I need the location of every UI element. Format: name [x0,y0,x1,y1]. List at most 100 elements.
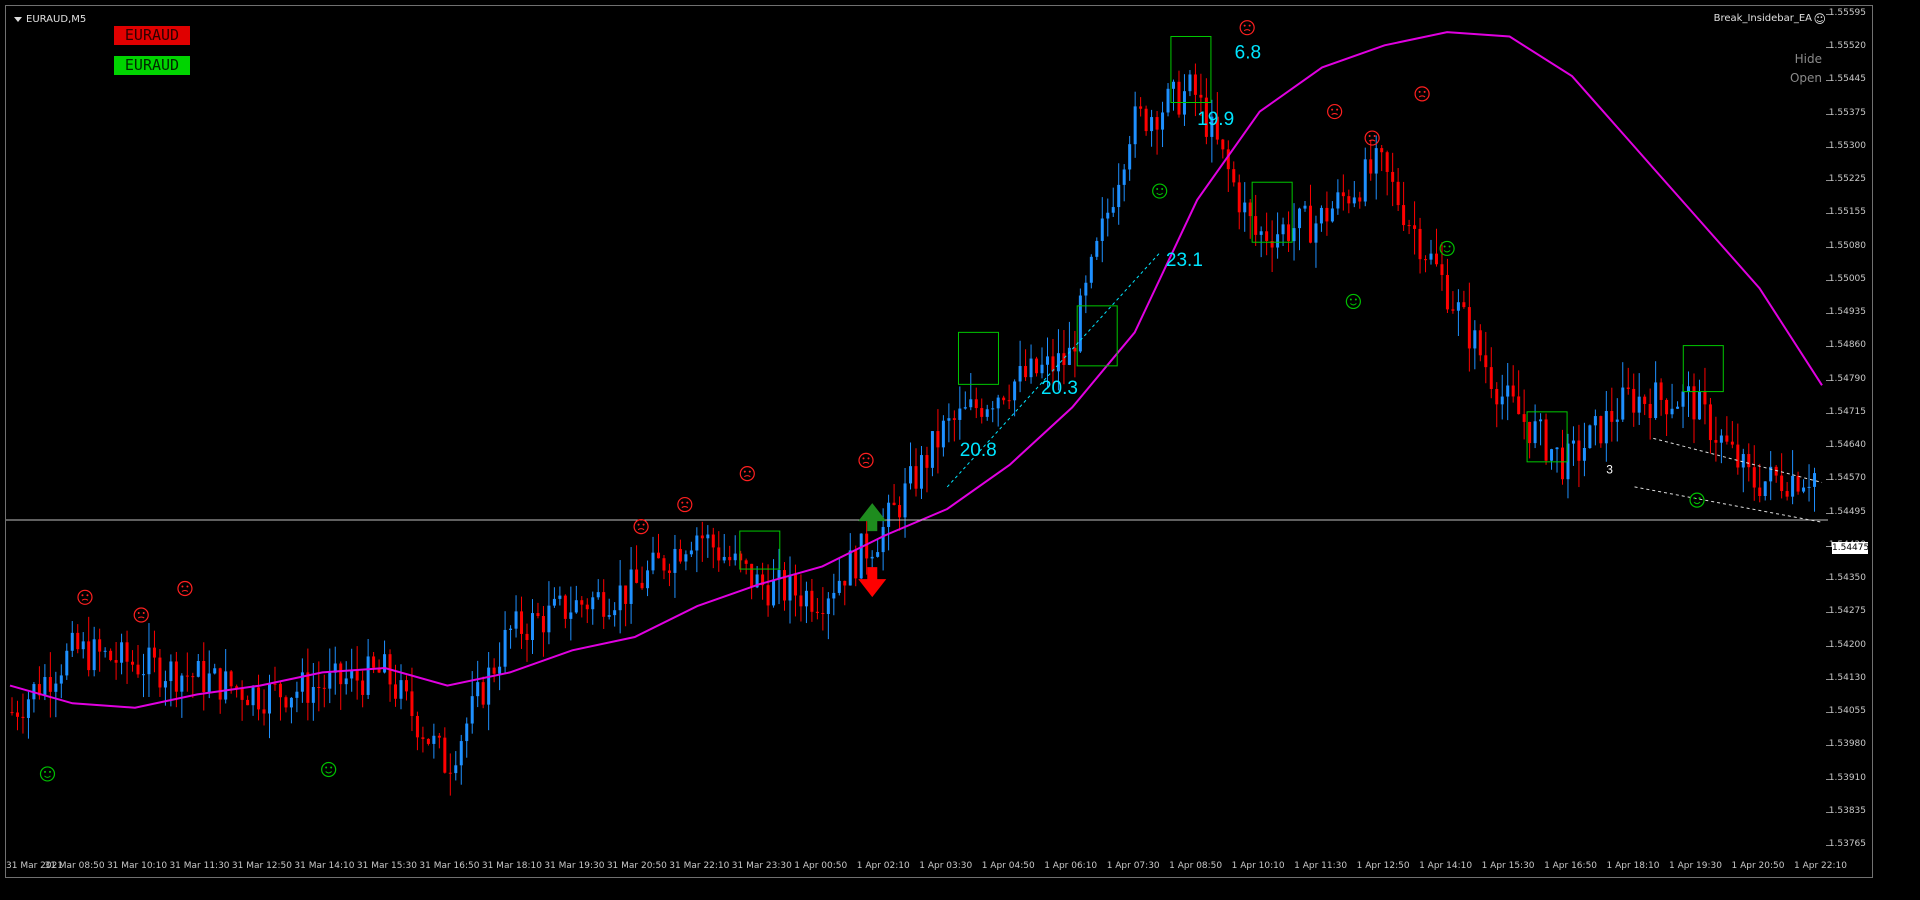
candle [1232,169,1236,183]
candle [1358,197,1362,202]
happy-smiley-icon [1345,293,1361,310]
candle [1347,196,1351,204]
candle [558,595,562,599]
time-axis-label: 1 Apr 20:50 [1731,861,1785,871]
chart-window[interactable]: 20.8 20.3 23.1 19.9 6.8 3 EURAUD,M5 EURAUD EU… [5,5,1873,878]
candle [783,570,787,601]
menu-triangle-icon[interactable] [14,17,22,22]
candle [1473,330,1477,349]
price-axis-label: 1.53980 [1828,739,1866,750]
price-axis-label: 1.53835 [1828,805,1866,816]
candle [1314,223,1318,243]
hide-button[interactable]: Hide [1795,52,1822,66]
candle [1500,396,1504,405]
candle [70,632,74,651]
candle [1626,387,1630,389]
candle [1621,387,1625,420]
happy-smiley-icon-mouth [1350,303,1357,306]
happy-smiley-icon-eye [330,766,333,769]
candle [1747,454,1751,468]
candle [1785,491,1789,497]
candle [843,580,847,586]
candle [1484,355,1488,368]
happy-smiley-icon [1689,492,1705,508]
sad-smiley-icon [1239,20,1255,36]
candle [667,570,671,573]
candle [169,661,173,682]
candle [394,684,398,699]
expert-advisor-name[interactable]: Break_Insidebar_EA [1714,13,1812,24]
happy-smiley-icon [1152,183,1168,199]
smiley-icon[interactable]: ☺ [1813,12,1826,26]
candle [514,611,518,629]
price-axis-tick [1826,180,1830,182]
candle [815,611,819,614]
candle [311,687,315,703]
sad-smiley-icon-mouth [744,475,751,478]
happy-smiley-icon-eye [43,770,46,773]
price-axis-label: 1.55225 [1828,174,1866,185]
candle [21,716,25,718]
candle [898,505,902,518]
candle [1084,282,1088,296]
candle [941,420,945,448]
price-axis-tick [1826,545,1830,547]
symbol-title[interactable]: EURAUD,M5 [14,14,86,25]
price-axis-tick [1826,113,1830,115]
candle [1528,421,1532,444]
candle [1659,382,1663,400]
price-axis-tick [1826,811,1830,813]
happy-smiley-icon-mouth [44,775,51,778]
happy-smiley-icon-eye [1156,188,1159,191]
candle [810,590,814,612]
price-axis-tick [1826,579,1830,581]
candle [103,650,107,652]
candle [1111,207,1115,213]
candle [487,667,491,705]
candle [892,502,896,506]
time-axis-label: 1 Apr 08:50 [1169,861,1223,871]
happy-smiley-icon-eye [1161,188,1164,191]
sad-smiley-icon-eye [862,457,865,460]
open-button[interactable]: Open [1790,71,1822,85]
candle [1237,182,1241,213]
sad-smiley-icon-eye [748,470,751,473]
inside-bar-box [1170,35,1212,103]
candle [881,526,885,553]
candle [1807,486,1811,488]
sad-smiley-icon-eye [86,594,89,597]
candle [750,563,754,588]
candle [1155,117,1159,130]
candle [213,668,217,674]
candle [1281,224,1285,235]
price-chart[interactable]: 20.8 20.3 23.1 19.9 6.8 3 [6,6,1872,877]
candle [804,590,808,607]
candle [695,535,699,551]
sad-smiley-icon-eye [686,501,689,504]
candle [640,582,644,589]
candle [1687,386,1691,392]
sad-smiley-icon-mouth [137,616,145,619]
candle [470,696,474,724]
candle [1013,381,1017,401]
candle [1002,397,1006,401]
price-axis-tick [1826,313,1830,315]
time-axis-label: 1 Apr 22:10 [1794,861,1847,871]
candle [191,676,195,678]
candle [355,669,359,681]
candle [1298,208,1302,229]
candle [1670,408,1674,415]
time-axis-label: 31 Mar 12:50 [231,861,293,871]
candle [1402,205,1406,226]
sad-smiley-icon-eye [1331,108,1334,111]
candle [793,574,797,596]
candle [273,683,277,685]
candle [1429,253,1433,260]
candle [673,548,677,573]
candle [1780,475,1784,492]
candle [952,418,956,420]
candle [996,397,1000,409]
candle [1758,487,1762,496]
sad-smiley-icon-eye [1336,108,1339,111]
candle [317,687,321,689]
